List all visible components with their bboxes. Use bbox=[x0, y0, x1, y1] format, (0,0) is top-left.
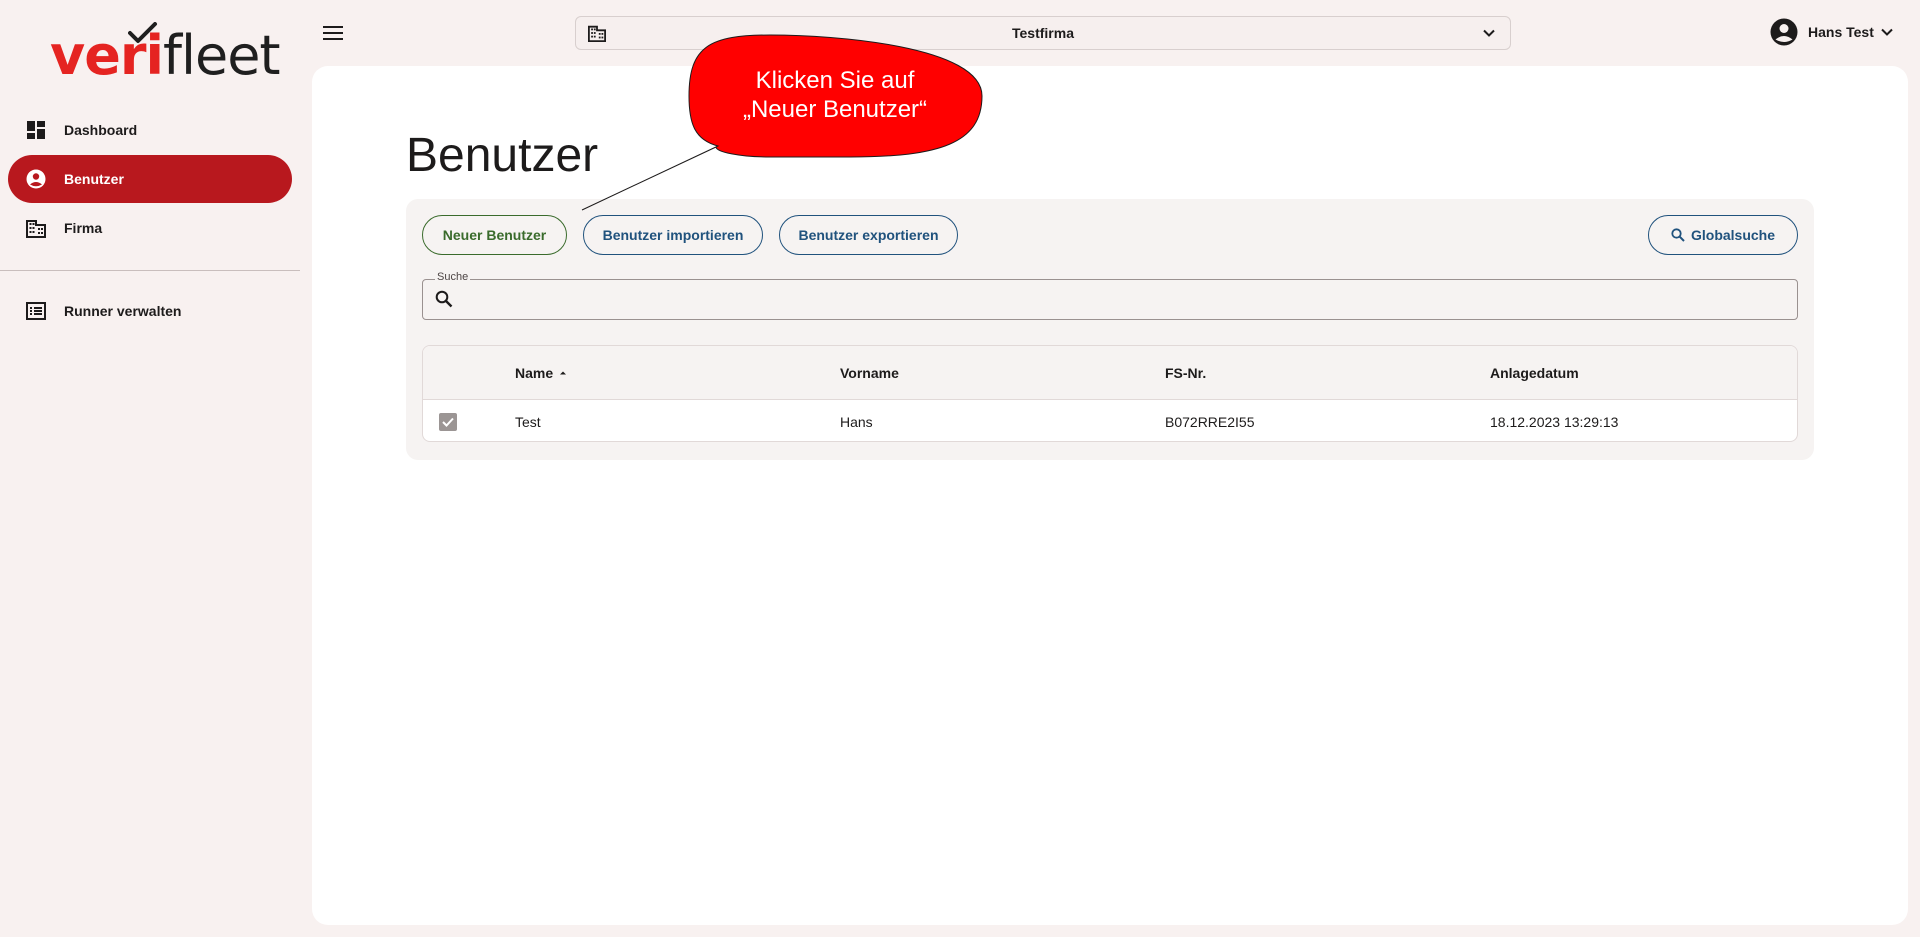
building-icon bbox=[26, 218, 46, 238]
sidebar-item-label: Runner verwalten bbox=[64, 303, 182, 319]
sidebar-item-label: Benutzer bbox=[64, 171, 124, 187]
table-row[interactable]: Test Hans B072RRE2I55 18.12.2023 13:29:1… bbox=[423, 401, 1797, 441]
company-name: Testfirma bbox=[1012, 25, 1074, 41]
building-icon bbox=[588, 24, 606, 47]
row-checkbox[interactable] bbox=[439, 413, 457, 431]
logo-text-fleet: fleet bbox=[162, 24, 281, 87]
search-field[interactable]: Suche bbox=[422, 271, 1798, 320]
cell-name: Test bbox=[515, 414, 541, 430]
logo-wordmark: verifleet bbox=[50, 28, 281, 84]
import-users-button[interactable]: Benutzer importieren bbox=[583, 215, 763, 255]
table-header: Name Vorname FS-Nr. Anlagedatum bbox=[423, 346, 1797, 400]
cell-fs-nr: B072RRE2I55 bbox=[1165, 414, 1255, 430]
chevron-down-icon bbox=[1482, 26, 1496, 45]
hamburger-menu-icon bbox=[323, 26, 343, 40]
verifleet-logo[interactable]: verifleet bbox=[50, 22, 281, 84]
check-icon bbox=[442, 417, 454, 427]
callout-line-1: Klicken Sie auf bbox=[755, 67, 915, 94]
user-menu[interactable]: Hans Test bbox=[1770, 18, 1894, 46]
new-user-button[interactable]: Neuer Benutzer bbox=[422, 215, 567, 255]
search-icon bbox=[435, 290, 453, 313]
column-header-vorname[interactable]: Vorname bbox=[840, 365, 899, 381]
column-header-anlagedatum[interactable]: Anlagedatum bbox=[1490, 365, 1579, 381]
page-title: Benutzer bbox=[406, 129, 599, 182]
sidebar-item-label: Dashboard bbox=[64, 122, 138, 138]
search-icon bbox=[1671, 228, 1685, 242]
main-content: Benutzer Neuer Benutzer Benutzer importi… bbox=[312, 66, 1908, 925]
column-header-name[interactable]: Name bbox=[515, 365, 569, 381]
sidebar-nav-secondary: Runner verwalten bbox=[8, 287, 292, 336]
callout-text: Klicken Sie auf „Neuer Benutzer“ bbox=[690, 66, 980, 124]
callout-line-2: „Neuer Benutzer“ bbox=[742, 96, 928, 123]
global-search-label: Globalsuche bbox=[1690, 227, 1776, 243]
sort-ascending-icon bbox=[560, 371, 567, 375]
sidebar: verifleet Dashboard Benutzer Firma Runne… bbox=[0, 0, 300, 937]
sidebar-nav: Dashboard Benutzer Firma bbox=[8, 106, 292, 253]
account-circle-icon bbox=[26, 169, 46, 189]
search-label: Suche bbox=[435, 271, 471, 283]
sidebar-item-dashboard[interactable]: Dashboard bbox=[8, 106, 292, 154]
column-header-fs-nr[interactable]: FS-Nr. bbox=[1165, 365, 1206, 381]
chevron-down-icon bbox=[1881, 28, 1893, 36]
sidebar-item-runner-verwalten[interactable]: Runner verwalten bbox=[8, 287, 292, 335]
sidebar-item-firma[interactable]: Firma bbox=[8, 204, 292, 252]
account-circle-icon bbox=[1770, 18, 1798, 46]
user-name: Hans Test bbox=[1808, 24, 1874, 40]
list-alt-icon bbox=[26, 301, 46, 321]
users-table: Name Vorname FS-Nr. Anlagedatum Test Han… bbox=[422, 345, 1798, 442]
column-header-label: Name bbox=[515, 365, 554, 381]
export-users-button[interactable]: Benutzer exportieren bbox=[779, 215, 958, 255]
logo-check-icon bbox=[128, 22, 157, 43]
sidebar-item-label: Firma bbox=[64, 220, 103, 236]
company-select[interactable]: Testfirma bbox=[575, 16, 1511, 50]
search-input[interactable] bbox=[467, 286, 1787, 314]
sidebar-item-benutzer[interactable]: Benutzer bbox=[8, 155, 292, 203]
cell-vorname: Hans bbox=[840, 414, 873, 430]
global-search-button[interactable]: Globalsuche bbox=[1648, 215, 1798, 255]
users-panel: Neuer Benutzer Benutzer importieren Benu… bbox=[406, 199, 1814, 460]
sidebar-divider bbox=[0, 270, 300, 271]
hamburger-menu-button[interactable] bbox=[320, 20, 346, 46]
cell-anlagedatum: 18.12.2023 13:29:13 bbox=[1490, 414, 1619, 430]
dashboard-icon bbox=[26, 120, 46, 140]
